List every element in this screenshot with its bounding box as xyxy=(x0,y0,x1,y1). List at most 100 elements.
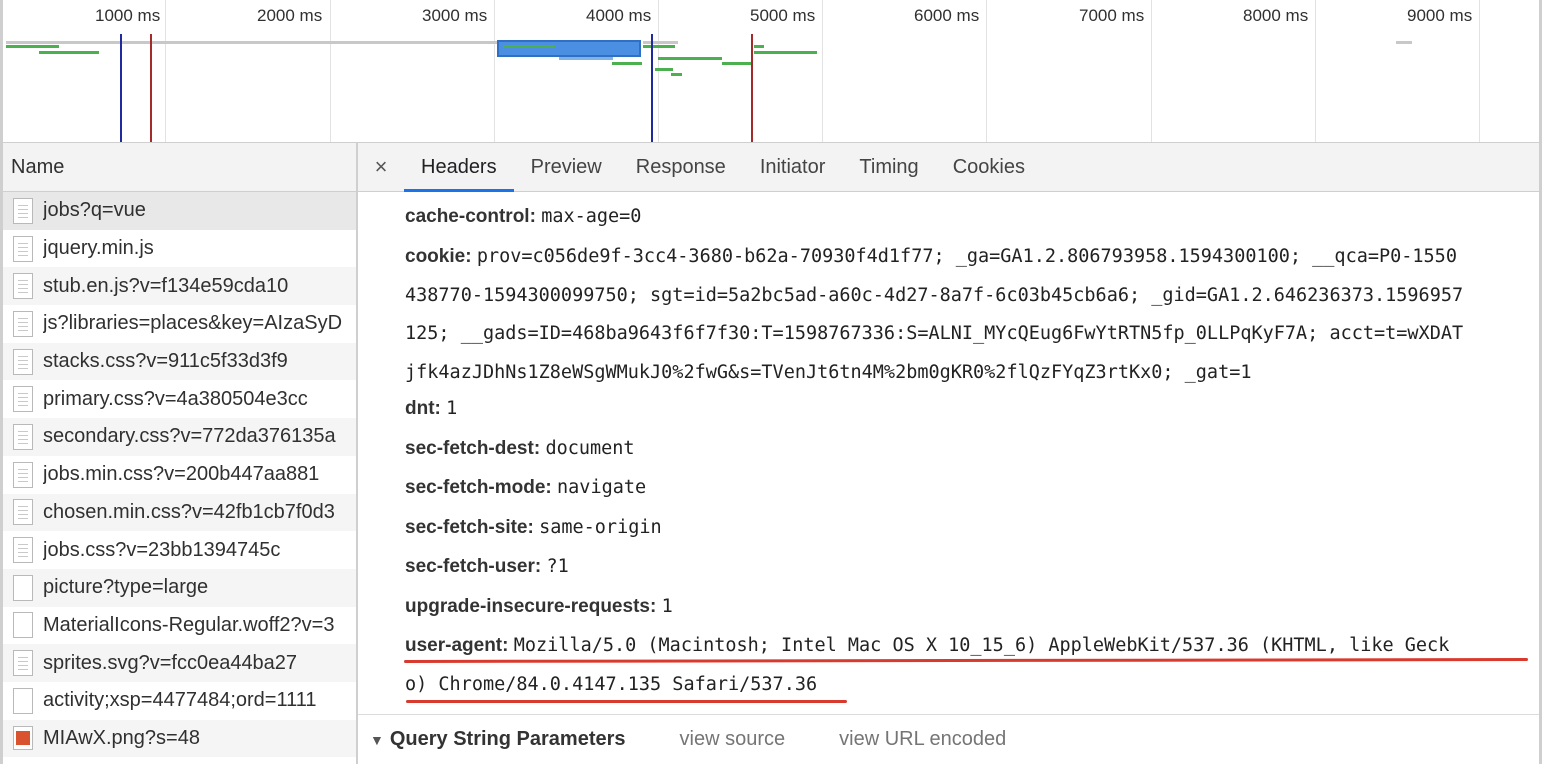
request-name: chosen.min.css?v=42fb1cb7f0d3 xyxy=(43,500,335,523)
request-name: MIAwX.png?s=48 xyxy=(43,726,200,749)
timeline-tick-label: 6000 ms xyxy=(914,6,980,25)
red-annotation-underline xyxy=(403,658,1529,663)
timeline-tick-label: 2000 ms xyxy=(257,6,323,25)
request-row[interactable]: secondary.css?v=772da376135a xyxy=(3,418,356,456)
blank-file-icon xyxy=(13,574,33,601)
request-row[interactable]: primary.css?v=4a380504e3cc xyxy=(3,380,356,418)
timeline-request-bar xyxy=(60,41,90,44)
header-value: prov=c056de9f-3cc4-3680-b62a-70930f4d1f7… xyxy=(476,246,1457,267)
tab-initiator[interactable]: Initiator xyxy=(743,143,843,191)
timeline-gridline xyxy=(494,0,495,142)
request-name: primary.css?v=4a380504e3cc xyxy=(43,387,308,410)
document-icon xyxy=(13,537,33,564)
request-row[interactable]: sprites.svg?v=fcc0ea44ba27 xyxy=(3,644,356,682)
timeline-request-bar xyxy=(39,51,99,54)
header-row-dnt: dnt: 1 xyxy=(405,398,457,420)
network-overview-timeline[interactable]: 1000 ms 2000 ms 3000 ms 4000 ms 5000 ms … xyxy=(0,0,1542,143)
header-row-sec-fetch-user: sec-fetch-user: ?1 xyxy=(405,556,569,578)
timeline-gridline xyxy=(1151,0,1152,142)
request-name: picture?type=large xyxy=(43,576,209,599)
request-name: MaterialIcons-Regular.woff2?v=3 xyxy=(43,613,335,636)
timeline-request-bar xyxy=(671,73,682,76)
timeline-tick-label: 4000 ms xyxy=(586,6,652,25)
request-row[interactable]: MaterialIcons-Regular.woff2?v=3 xyxy=(3,607,356,645)
collapse-triangle-icon[interactable]: ▼ xyxy=(370,732,384,748)
red-annotation-underline xyxy=(406,700,847,703)
request-row[interactable]: js?libraries=places&key=AIzaSyD xyxy=(3,305,356,343)
tab-cookies[interactable]: Cookies xyxy=(936,143,1042,191)
timeline-request-bar xyxy=(1396,41,1412,44)
header-value-continuation: o) Chrome/84.0.4147.135 Safari/537.36 xyxy=(405,674,818,695)
timeline-tick-label: 1000 ms xyxy=(95,6,161,25)
header-value: document xyxy=(545,438,635,459)
tab-timing[interactable]: Timing xyxy=(842,143,935,191)
header-row-sec-fetch-mode: sec-fetch-mode: navigate xyxy=(405,477,646,499)
header-value: ?1 xyxy=(546,556,569,577)
timeline-request-bar xyxy=(559,57,613,60)
request-name: jobs?q=vue xyxy=(43,199,146,222)
request-name: js?libraries=places&key=AIzaSyD xyxy=(43,312,343,335)
document-icon xyxy=(13,386,33,413)
timeline-selection[interactable] xyxy=(497,40,641,57)
request-name: sprites.svg?v=fcc0ea44ba27 xyxy=(43,651,298,674)
header-key: sec-fetch-user: xyxy=(405,556,542,577)
request-headers-section: cache-control: max-age=0 cookie: prov=c0… xyxy=(358,192,1539,713)
header-value: 1 xyxy=(446,398,458,419)
request-row[interactable]: stacks.css?v=911c5f33d3f9 xyxy=(3,342,356,381)
request-row[interactable]: jobs?q=vue xyxy=(3,192,356,230)
request-name: activity;xsp=4477484;ord=1111 xyxy=(43,689,317,712)
close-details-button[interactable]: × xyxy=(358,143,404,191)
tab-headers[interactable]: Headers xyxy=(404,143,514,192)
timeline-request-bar xyxy=(612,62,642,65)
blank-file-icon xyxy=(13,612,33,639)
header-row-cache-control: cache-control: max-age=0 xyxy=(405,206,641,228)
request-name: jobs.css?v=23bb1394745c xyxy=(43,538,281,561)
header-row-user-agent: user-agent: Mozilla/5.0 (Macintosh; Inte… xyxy=(405,635,1449,657)
request-row[interactable]: MIAwX.png?s=48 xyxy=(3,719,356,758)
document-icon xyxy=(13,197,33,224)
request-name: secondary.css?v=772da376135a xyxy=(43,425,336,448)
document-icon xyxy=(13,650,33,677)
request-row[interactable]: jobs.css?v=23bb1394745c xyxy=(3,531,356,569)
header-row-sec-fetch-site: sec-fetch-site: same-origin xyxy=(405,517,662,539)
timeline-tick-label: 9000 ms xyxy=(1407,6,1473,25)
header-value: same-origin xyxy=(539,517,662,538)
request-row[interactable]: stub.en.js?v=f134e59cda10 xyxy=(3,267,356,306)
view-url-encoded-link[interactable]: view URL encoded xyxy=(839,728,1006,751)
header-key: sec-fetch-mode: xyxy=(405,477,552,498)
request-row[interactable]: chosen.min.css?v=42fb1cb7f0d3 xyxy=(3,493,356,532)
load-event-marker xyxy=(150,34,152,142)
dom-content-loaded-marker xyxy=(120,34,122,142)
document-icon xyxy=(13,348,33,375)
tab-preview[interactable]: Preview xyxy=(514,143,619,191)
timeline-gridline xyxy=(1479,0,1480,142)
request-list: jobs?q=vue jquery.min.js stub.en.js?v=f134… xyxy=(3,192,356,758)
header-value: Mozilla/5.0 (Macintosh; Intel Mac OS X 1… xyxy=(513,635,1450,656)
request-row[interactable]: activity;xsp=4477484;ord=1111 xyxy=(3,682,356,720)
tab-response[interactable]: Response xyxy=(619,143,743,191)
request-name: jquery.min.js xyxy=(43,237,154,260)
timeline-gridline xyxy=(1315,0,1316,142)
request-name: stacks.css?v=911c5f33d3f9 xyxy=(43,350,288,373)
timeline-tick-label: 3000 ms xyxy=(422,6,488,25)
timeline-request-bar xyxy=(6,45,59,48)
header-value-continuation: 438770-1594300099750; sgt=id=5a2bc5ad-a6… xyxy=(405,285,1464,306)
name-column-header[interactable]: Name xyxy=(3,143,356,192)
document-icon xyxy=(13,273,33,300)
query-string-parameters-section[interactable]: ▼ Query String Parameters view source vi… xyxy=(358,714,1539,764)
header-key: dnt: xyxy=(405,398,441,419)
header-value: 1 xyxy=(661,596,673,617)
timeline-request-bar xyxy=(658,57,722,60)
request-row[interactable]: picture?type=large xyxy=(3,568,356,607)
document-icon xyxy=(13,461,33,488)
details-tabbar: × Headers Preview Response Initiator Tim… xyxy=(358,143,1539,192)
header-value: navigate xyxy=(557,477,647,498)
document-icon xyxy=(13,235,33,262)
query-string-title[interactable]: Query String Parameters xyxy=(390,728,626,751)
header-row-upgrade-insecure-requests: upgrade-insecure-requests: 1 xyxy=(405,596,673,618)
timeline-request-bar xyxy=(754,45,764,48)
request-row[interactable]: jobs.min.css?v=200b447aa881 xyxy=(3,456,356,494)
request-row[interactable]: jquery.min.js xyxy=(3,230,356,268)
request-name: stub.en.js?v=f134e59cda10 xyxy=(43,274,289,297)
view-source-link[interactable]: view source xyxy=(680,728,786,751)
